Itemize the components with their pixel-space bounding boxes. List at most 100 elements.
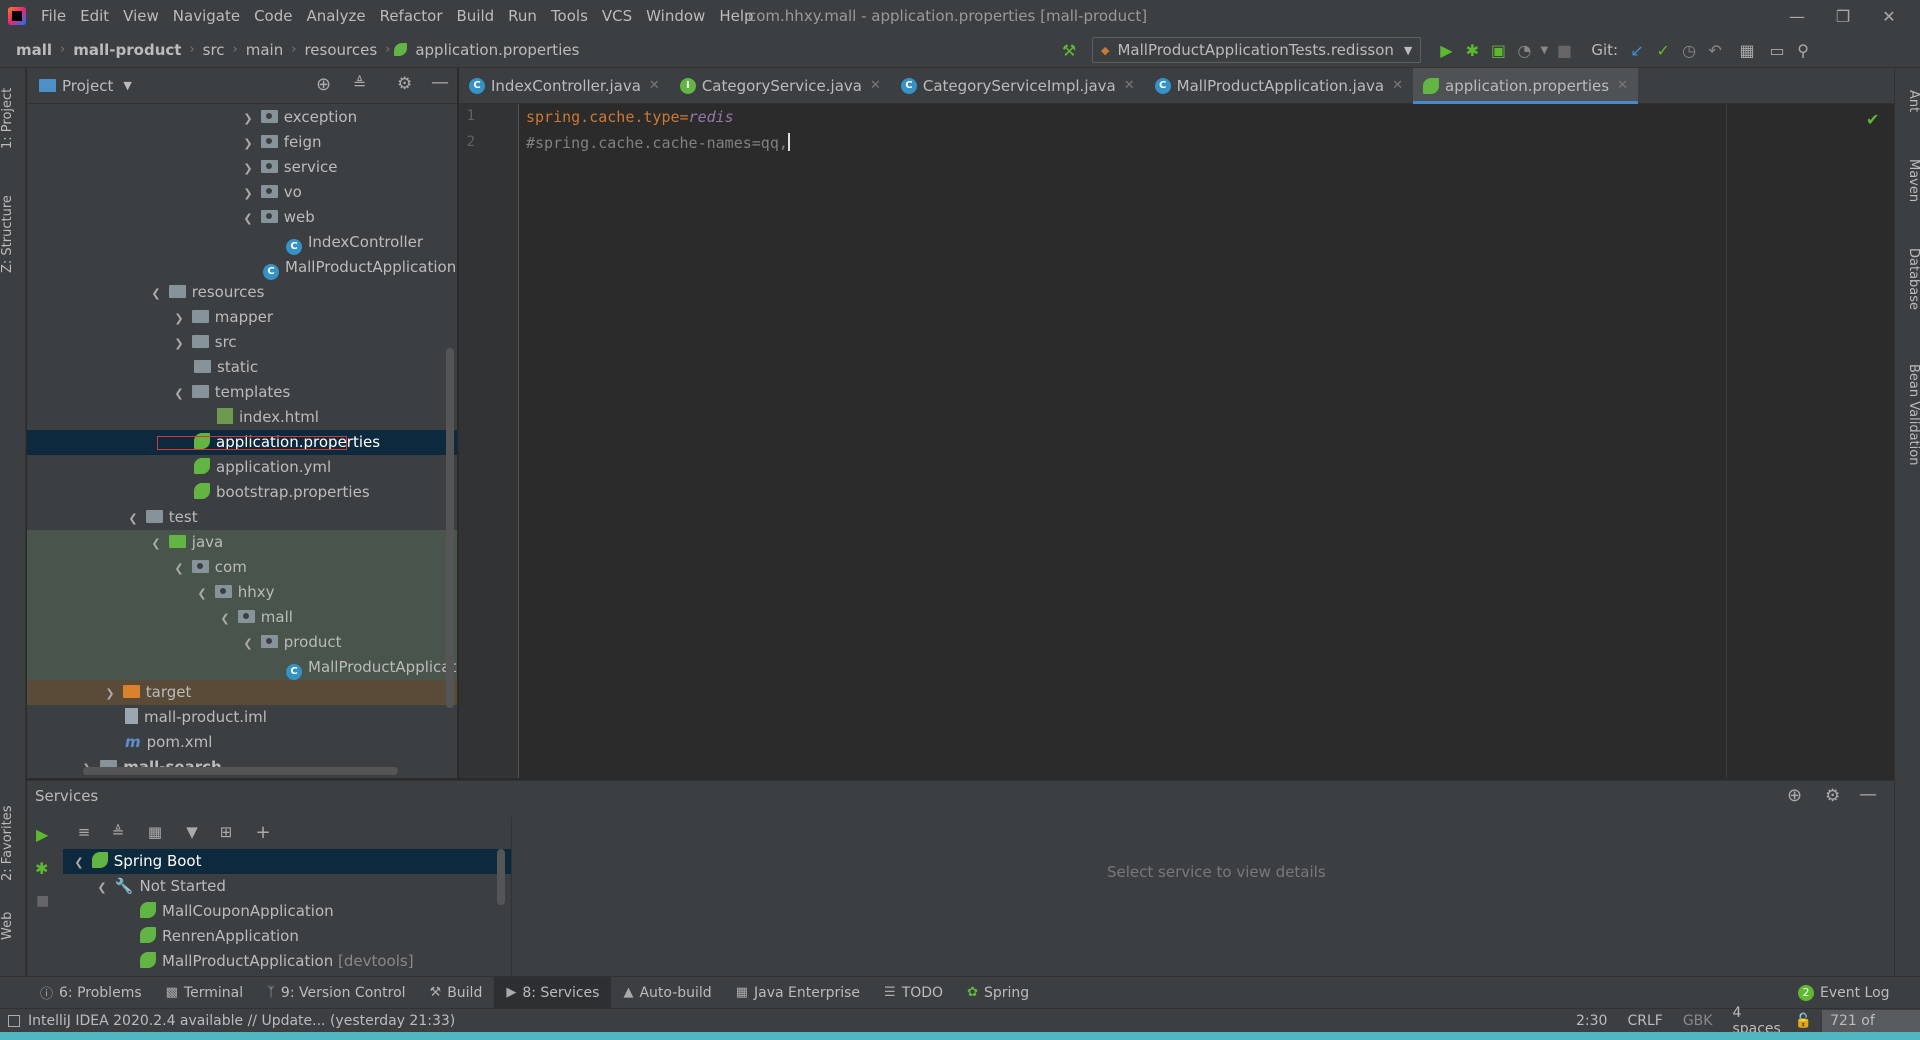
project-panel-title[interactable]: Project <box>62 77 113 95</box>
favorites-tool-tab[interactable]: 2: Favorites <box>0 798 26 888</box>
breadcrumb-mall-product[interactable]: mall-product <box>69 41 185 59</box>
tab-auto-build[interactable]: ▲ Auto-build <box>611 977 723 1009</box>
tree-item-feign[interactable]: ❯ feign <box>27 130 457 155</box>
tab-build[interactable]: ⚒ Build <box>418 977 495 1009</box>
tree-item-java[interactable]: ❮ java <box>27 530 457 555</box>
tab-todo[interactable]: ☰ TODO <box>872 977 955 1009</box>
chevron-right-icon[interactable]: ❯ <box>171 331 187 356</box>
service-spring-boot[interactable]: ❮ Spring Boot <box>63 849 511 874</box>
menu-build[interactable]: Build <box>450 0 502 32</box>
breadcrumb-mall[interactable]: mall <box>12 41 56 59</box>
minimize-icon[interactable]: — <box>1774 0 1820 32</box>
run-icon[interactable]: ▶ <box>1433 37 1459 63</box>
tab-version-control[interactable]: ᛉ 9: Version Control <box>255 977 417 1009</box>
run-icon[interactable]: ▶ <box>36 825 48 844</box>
tree-item-target[interactable]: ❯ target <box>27 680 457 705</box>
chevron-down-icon[interactable]: ❮ <box>94 875 110 900</box>
git-history-icon[interactable]: ◷ <box>1676 37 1702 63</box>
menu-vcs[interactable]: VCS <box>595 0 639 32</box>
service-mallcouponapplication[interactable]: MallCouponApplication <box>63 899 511 924</box>
close-tab-icon[interactable]: ✕ <box>1124 78 1135 93</box>
breadcrumb-application-properties[interactable]: application.properties <box>411 41 583 59</box>
tree-item-mapper[interactable]: ❯ mapper <box>27 305 457 330</box>
caret-position[interactable]: 2:30 <box>1566 1013 1617 1029</box>
expand-all-icon[interactable]: ≡ <box>67 823 101 841</box>
chevron-down-icon[interactable]: ❮ <box>171 556 187 581</box>
tree-item-hhxy[interactable]: ❮ hhxy <box>27 580 457 605</box>
tree-item-product[interactable]: ❮ product <box>27 630 457 655</box>
tree-item-index-html[interactable]: index.html <box>27 405 457 430</box>
tree-item-application-yml[interactable]: application.yml <box>27 455 457 480</box>
tree-item-templates[interactable]: ❮ templates <box>27 380 457 405</box>
menu-view[interactable]: View <box>116 0 166 32</box>
tree-item-application-properties[interactable]: application.properties <box>27 430 457 455</box>
collapse-all-icon[interactable]: ≜ <box>101 823 135 841</box>
chevron-right-icon[interactable]: ❯ <box>240 156 256 181</box>
close-icon[interactable]: ✕ <box>1866 0 1912 32</box>
profile-icon[interactable]: ◔ <box>1511 37 1537 63</box>
bean-validation-tool-tab[interactable]: Bean Validation <box>1895 340 1920 490</box>
tree-item-service[interactable]: ❯ service <box>27 155 457 180</box>
project-tool-tab[interactable]: 1: Project <box>0 78 26 158</box>
run-configuration-select[interactable]: ◆ MallProductApplicationTests.redisson ▼ <box>1092 37 1422 63</box>
build-hammer-icon[interactable]: ⚒ <box>1056 37 1082 63</box>
tree-item-web[interactable]: ❮ web <box>27 205 457 230</box>
hide-panel-icon[interactable]: — <box>1859 784 1877 805</box>
stop-icon[interactable]: ■ <box>36 893 49 909</box>
presentation-icon[interactable]: ▭ <box>1764 37 1790 63</box>
git-update-icon[interactable]: ↙ <box>1624 37 1650 63</box>
services-splitter[interactable] <box>511 817 512 977</box>
add-icon[interactable]: + <box>243 822 283 843</box>
breadcrumb-resources[interactable]: resources <box>300 41 381 59</box>
tab-categoryservice-java[interactable]: I CategoryService.java ✕ <box>670 68 891 104</box>
tab-services[interactable]: ▶ 8: Services <box>494 976 612 1009</box>
breadcrumb-main[interactable]: main <box>242 41 287 59</box>
chevron-right-icon[interactable]: ❯ <box>240 181 256 206</box>
database-tool-tab[interactable]: Database <box>1895 234 1920 324</box>
tab-java-enterprise[interactable]: ▦ Java Enterprise <box>724 977 872 1009</box>
menu-analyze[interactable]: Analyze <box>299 0 372 32</box>
gear-icon[interactable]: ⚙ <box>1825 786 1840 806</box>
locate-file-icon[interactable]: ⊕ <box>316 74 331 95</box>
tab-problems[interactable]: ⓘ 6: Problems <box>28 977 154 1009</box>
chevron-down-icon[interactable]: ❮ <box>71 850 87 875</box>
lock-icon[interactable]: 🔓 <box>1795 1013 1812 1029</box>
status-message[interactable]: IntelliJ IDEA 2020.2.4 available // Upda… <box>28 1013 455 1029</box>
maven-tool-tab[interactable]: Maven <box>1895 146 1920 216</box>
tree-item-mall-product-iml[interactable]: mall-product.iml <box>27 705 457 730</box>
menu-code[interactable]: Code <box>247 0 299 32</box>
menu-file[interactable]: File <box>34 0 73 32</box>
chevron-right-icon[interactable]: ❯ <box>171 306 187 331</box>
chevron-down-icon[interactable]: ❮ <box>240 631 256 656</box>
memory-indicator[interactable]: 721 of 1962M <box>1822 1010 1920 1040</box>
service-mallproductapplication[interactable]: MallProductApplication [devtools] <box>63 949 511 974</box>
collapse-all-icon[interactable]: ≜ <box>353 74 366 93</box>
tree-item-static[interactable]: static <box>27 355 457 380</box>
tree-item-mallproductapplication[interactable]: C MallProductApplication <box>27 255 457 280</box>
hide-panel-icon[interactable]: — <box>431 72 449 93</box>
structure-tool-tab[interactable]: Z: Structure <box>0 184 26 284</box>
git-commit-icon[interactable]: ✓ <box>1650 37 1676 63</box>
menu-run[interactable]: Run <box>501 0 544 32</box>
chevron-down-icon[interactable]: ❮ <box>217 606 233 631</box>
tree-item-com[interactable]: ❮ com <box>27 555 457 580</box>
service-renrenapplication[interactable]: RenrenApplication <box>63 924 511 949</box>
services-scrollbar[interactable] <box>497 849 505 905</box>
close-tab-icon[interactable]: ✕ <box>649 78 660 93</box>
chevron-down-icon[interactable]: ❮ <box>240 206 256 231</box>
tab-mallproductapplication-java[interactable]: C MallProductApplication.java ✕ <box>1145 68 1413 104</box>
project-structure-icon[interactable]: ▦ <box>1734 37 1760 63</box>
new-tab-icon[interactable]: ⊞ <box>209 823 243 841</box>
line-separator[interactable]: CRLF <box>1617 1013 1672 1029</box>
tree-item-pom-xml[interactable]: m pom.xml <box>27 730 457 755</box>
tree-item-exception[interactable]: ❯ exception <box>27 105 457 130</box>
toggle-tool-windows-icon[interactable] <box>8 1014 20 1027</box>
tree-item-vo[interactable]: ❯ vo <box>27 180 457 205</box>
chevron-down-icon[interactable]: ▼ <box>123 79 131 92</box>
close-tab-icon[interactable]: ✕ <box>870 78 881 93</box>
project-horizontal-scrollbar[interactable] <box>83 767 398 775</box>
tree-item-mall[interactable]: ❮ mall <box>27 605 457 630</box>
menu-window[interactable]: Window <box>639 0 712 32</box>
tab-spring[interactable]: ✿ Spring <box>955 977 1041 1009</box>
restore-icon[interactable]: ❐ <box>1820 0 1866 32</box>
